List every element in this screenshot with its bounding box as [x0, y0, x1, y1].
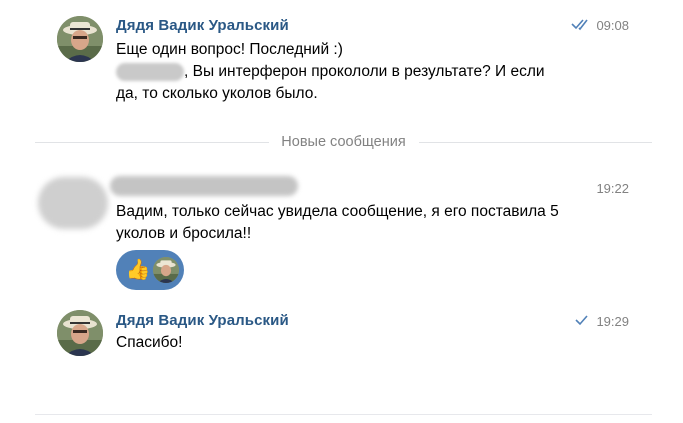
- message-line-2-text: , Вы интерферон прокололи в результате? …: [184, 63, 545, 80]
- message-time[interactable]: 09:08: [596, 18, 629, 33]
- redacted-avatar: [38, 177, 108, 229]
- message-1: Дядя Вадик Уральский 09:08 Еще один вопр…: [0, 0, 683, 120]
- redacted-name: [116, 62, 184, 81]
- reaction-avatar: [153, 257, 179, 283]
- message-line-2: уколов и бросила!!: [116, 225, 252, 242]
- author-name[interactable]: Дядя Вадик Уральский: [116, 17, 289, 34]
- message-line-1: Вадим, только сейчас увидела сообщение, …: [116, 203, 559, 220]
- message-3: Дядя Вадик Уральский 19:29 Спасибо!: [0, 300, 683, 370]
- message-2: 19:22 Вадим, только сейчас увидела сообщ…: [0, 165, 683, 295]
- thumbs-up-icon[interactable]: 👍: [125, 257, 151, 283]
- double-check-icon: [571, 17, 593, 34]
- author-name[interactable]: Дядя Вадик Уральский: [116, 312, 289, 329]
- divider-line-right: [419, 142, 652, 143]
- message-time[interactable]: 19:22: [596, 181, 629, 196]
- message-text: Спасибо!: [116, 332, 586, 354]
- message-line-1: Еще один вопрос! Последний :): [116, 41, 343, 58]
- composer-divider: [35, 414, 652, 415]
- message-line-3: да, то сколько уколов было.: [116, 85, 318, 102]
- avatar[interactable]: [57, 310, 103, 356]
- new-messages-divider: Новые сообщения: [35, 132, 652, 152]
- message-line-2: , Вы интерферон прокололи в результате? …: [116, 61, 586, 83]
- avatar[interactable]: [57, 16, 103, 62]
- message-text: Вадим, только сейчас увидела сообщение, …: [116, 201, 586, 245]
- message-line-1: Спасибо!: [116, 334, 183, 351]
- check-icon: [575, 313, 589, 330]
- redacted-author: [110, 176, 298, 196]
- message-time[interactable]: 19:29: [596, 314, 629, 329]
- message-text: Еще один вопрос! Последний :) , Вы интер…: [116, 39, 586, 105]
- reactions-pill[interactable]: 👍: [116, 250, 184, 290]
